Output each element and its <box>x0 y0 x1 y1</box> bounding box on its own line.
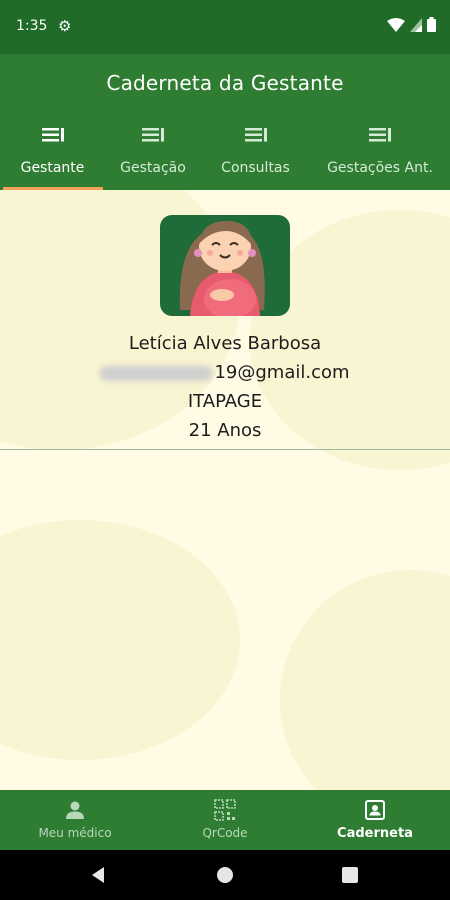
nav-qrcode[interactable]: QrCode <box>150 790 300 850</box>
battery-icon <box>427 17 436 32</box>
patient-email: 19@gmail.com <box>0 362 450 383</box>
system-navigation-bar <box>0 850 450 900</box>
tab-label: Consultas <box>221 160 290 176</box>
tab-label: Gestante <box>20 160 85 176</box>
settings-gear-icon: ⚙ <box>58 17 72 35</box>
tab-gestacoes-anteriores[interactable]: Gestações Ant. <box>310 120 450 190</box>
tab-gestante[interactable]: Gestante <box>0 120 105 190</box>
tab-bar: Gestante Gestação Consultas Gestações An… <box>0 120 450 190</box>
nav-label: QrCode <box>202 826 248 840</box>
list-icon <box>369 128 391 142</box>
back-icon[interactable] <box>89 865 109 885</box>
background-shape <box>280 570 450 790</box>
recents-icon[interactable] <box>340 865 360 885</box>
status-bar: 1:35 ⚙ <box>0 0 450 54</box>
profile-panel: Letícia Alves Barbosa 19@gmail.com ITAPA… <box>0 190 450 790</box>
nav-label: Meu médico <box>38 826 112 840</box>
contact-card-icon <box>365 800 385 820</box>
patient-email-domain: 19@gmail.com <box>214 362 350 383</box>
status-icons <box>387 17 436 32</box>
email-redacted <box>100 365 213 381</box>
app-bar: Caderneta da Gestante Gestante Gestação <box>0 54 450 190</box>
nav-label: Caderneta <box>337 826 413 841</box>
tab-label: Gestação <box>120 160 186 176</box>
tab-consultas[interactable]: Consultas <box>201 120 310 190</box>
nav-caderneta[interactable]: Caderneta <box>300 790 450 850</box>
home-icon[interactable] <box>215 865 235 885</box>
patient-name: Letícia Alves Barbosa <box>128 333 322 354</box>
nav-meu-medico[interactable]: Meu médico <box>0 790 150 850</box>
tab-gestacao[interactable]: Gestação <box>105 120 201 190</box>
divider <box>0 449 450 450</box>
patient-city: ITAPAGE <box>187 391 263 412</box>
list-icon <box>244 128 267 142</box>
bottom-navigation: Meu médico QrCode Caderneta <box>0 790 450 850</box>
tab-label: Gestações Ant. <box>327 160 433 176</box>
pregnant-woman-avatar <box>160 215 290 316</box>
wifi-icon <box>387 17 405 32</box>
person-icon <box>66 801 84 819</box>
background-shape <box>0 520 240 760</box>
patient-age: 21 Anos <box>188 420 262 441</box>
cell-signal-icon <box>410 17 422 32</box>
qrcode-icon <box>214 799 236 821</box>
list-icon <box>41 128 64 142</box>
status-time: 1:35 <box>16 18 48 34</box>
list-icon <box>142 128 164 142</box>
app-title: Caderneta da Gestante <box>106 71 344 95</box>
